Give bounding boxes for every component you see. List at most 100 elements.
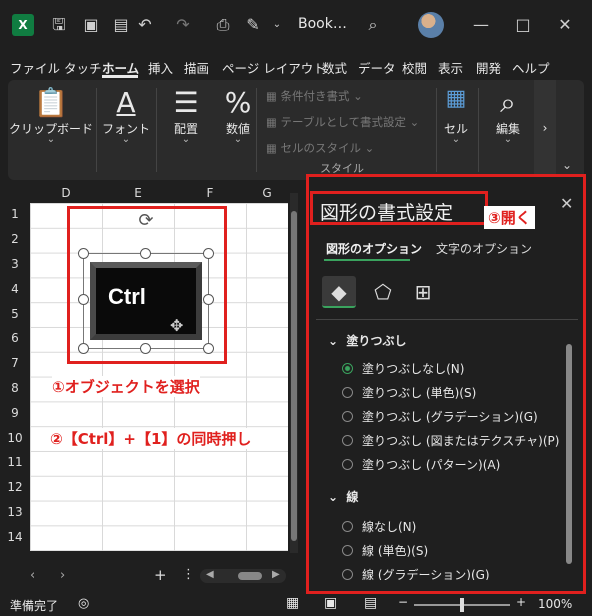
format-as-table-button[interactable]: ▦ テーブルとして書式設定 ⌄ — [266, 114, 419, 130]
print-preview-icon[interactable]: ⎙ — [212, 14, 234, 36]
cells-group[interactable]: ▦ セル ⌄ — [438, 80, 474, 180]
minimize-icon[interactable]: — — [470, 14, 492, 36]
title-highlight-box — [310, 191, 488, 225]
normal-view-icon[interactable]: ▦ — [286, 595, 299, 611]
zoom-slider-thumb[interactable] — [460, 598, 464, 612]
column-header[interactable]: F — [174, 183, 246, 203]
format-painter-icon[interactable]: ✎ — [242, 14, 264, 36]
column-header[interactable]: G — [246, 183, 288, 203]
prev-sheet-icon[interactable]: ‹ — [30, 568, 35, 583]
conditional-format-button[interactable]: ▦ 条件付き書式 ⌄ — [266, 88, 363, 104]
touch-mode-icon[interactable]: ▣ — [80, 14, 102, 36]
add-sheet-icon[interactable]: + — [154, 566, 167, 584]
scroll-left-icon[interactable]: ◀ — [206, 569, 214, 580]
scrollbar-thumb[interactable] — [238, 572, 262, 580]
vertical-scrollbar[interactable] — [290, 193, 298, 553]
row-header[interactable]: 2 — [0, 232, 30, 246]
tab-view[interactable]: 表示 — [438, 58, 463, 77]
callout-step1: ①オブジェクトを選択 — [52, 376, 200, 397]
excel-logo-icon: X — [12, 14, 34, 36]
callout-step2: ②【Ctrl】+【1】の同時押し — [50, 428, 252, 449]
close-window-icon[interactable]: ✕ — [554, 14, 576, 36]
chevron-down-icon: ⌄ — [46, 134, 56, 145]
row-header[interactable]: 12 — [0, 480, 30, 494]
tab-help[interactable]: ヘルプ — [512, 58, 550, 77]
row-header[interactable]: 3 — [0, 257, 30, 271]
sheet-tab-bar: ‹ › + ⋮ ◀ ▶ — [0, 563, 300, 591]
clipboard-icon: 📋 — [33, 86, 69, 119]
column-header[interactable]: D — [30, 183, 102, 203]
clipboard-group[interactable]: 📋 クリップボード ⌄ — [8, 80, 94, 180]
tab-review[interactable]: 校閲 — [402, 58, 427, 77]
tab-touch[interactable]: タッチ — [64, 58, 102, 77]
tab-page-layout[interactable]: ページ レイアウト — [222, 58, 326, 77]
page-break-view-icon[interactable]: ▤ — [364, 595, 377, 611]
row-header[interactable]: 1 — [0, 207, 30, 221]
row-header[interactable]: 14 — [0, 530, 30, 544]
row-header[interactable]: 4 — [0, 282, 30, 296]
ready-status: 準備完了 — [10, 599, 59, 613]
font-icon: A — [116, 86, 136, 119]
ribbon-scroll-right-icon[interactable]: › — [534, 80, 556, 180]
tab-data[interactable]: データ — [358, 58, 396, 77]
redo-icon[interactable]: ↷ — [172, 14, 194, 36]
tab-formulas[interactable]: 数式 — [322, 58, 347, 77]
ribbon-tabs: ファイル タッチ ホーム 挿入 描画 ページ レイアウト 数式 データ 校閲 表… — [0, 50, 592, 80]
page-layout-view-icon[interactable]: ▣ — [324, 595, 337, 611]
highlight-box — [67, 206, 227, 364]
column-header[interactable]: E — [102, 183, 174, 203]
search-icon: ⌕ — [500, 86, 516, 119]
row-header[interactable]: 10 — [0, 431, 30, 445]
maximize-icon[interactable]: □ — [512, 14, 534, 36]
zoom-in-icon[interactable]: + — [516, 595, 526, 609]
editing-group[interactable]: ⌕ 編集 ⌄ — [486, 80, 530, 180]
scrollbar-thumb[interactable] — [291, 211, 297, 541]
chevron-down-icon: ⌄ — [451, 134, 461, 145]
row-header[interactable]: 7 — [0, 356, 30, 370]
file-icon[interactable]: ▤ — [110, 14, 132, 36]
divider — [436, 88, 437, 172]
number-group[interactable]: % 数値 ⌄ — [210, 80, 266, 180]
row-header[interactable]: 8 — [0, 381, 30, 395]
scroll-right-icon[interactable]: ▶ — [272, 569, 280, 580]
cell-styles-button[interactable]: ▦ セルのスタイル ⌄ — [266, 140, 374, 156]
zoom-out-icon[interactable]: − — [398, 595, 408, 609]
ribbon: 📋 クリップボード ⌄ A フォント ⌄ ☰ 配置 ⌄ % 数値 ⌄ ▦ 条件付… — [8, 80, 584, 180]
row-header[interactable]: 6 — [0, 331, 30, 345]
pane-highlight-box — [306, 174, 586, 594]
document-title: Book… — [298, 16, 347, 32]
chevron-down-icon: ⌄ — [121, 134, 131, 145]
zoom-slider[interactable] — [414, 598, 510, 612]
divider — [478, 88, 479, 172]
qat-more-icon[interactable]: ⌄ — [266, 14, 288, 36]
callout-step3: ③開く — [484, 206, 535, 229]
chevron-down-icon: ⌄ — [233, 134, 243, 145]
tab-file[interactable]: ファイル — [10, 58, 60, 77]
row-header[interactable]: 5 — [0, 307, 30, 321]
undo-icon[interactable]: ↶ — [134, 14, 156, 36]
search-icon[interactable]: ⌕ — [362, 14, 384, 36]
tab-developer[interactable]: 開発 — [476, 58, 501, 77]
save-icon[interactable]: 🖫 — [48, 14, 70, 36]
format-as-table-label: テーブルとして書式設定 — [280, 115, 406, 129]
accessibility-icon[interactable]: ◎ — [78, 596, 89, 611]
font-group[interactable]: A フォント ⌄ — [98, 80, 154, 180]
percent-icon: % — [224, 86, 252, 119]
row-header[interactable]: 13 — [0, 505, 30, 519]
alignment-group[interactable]: ☰ 配置 ⌄ — [158, 80, 214, 180]
zoom-level[interactable]: 100% — [538, 597, 572, 611]
status-bar: 準備完了 ◎ ▦ ▣ ▤ − + 100% — [0, 594, 592, 616]
cell-styles-label: セルのスタイル — [280, 141, 362, 155]
sheet-options-icon[interactable]: ⋮ — [182, 567, 195, 582]
tab-draw[interactable]: 描画 — [184, 58, 209, 77]
horizontal-scrollbar[interactable]: ◀ ▶ — [200, 569, 286, 583]
tab-insert[interactable]: 挿入 — [148, 58, 173, 77]
row-header[interactable]: 9 — [0, 406, 30, 420]
row-header[interactable]: 11 — [0, 455, 30, 469]
next-sheet-icon[interactable]: › — [60, 568, 65, 583]
divider — [256, 88, 257, 172]
chevron-down-icon: ⌄ — [181, 134, 191, 145]
collapse-ribbon-icon[interactable]: ⌄ — [562, 158, 572, 172]
avatar[interactable] — [418, 12, 444, 38]
conditional-format-label: 条件付き書式 — [280, 89, 350, 103]
